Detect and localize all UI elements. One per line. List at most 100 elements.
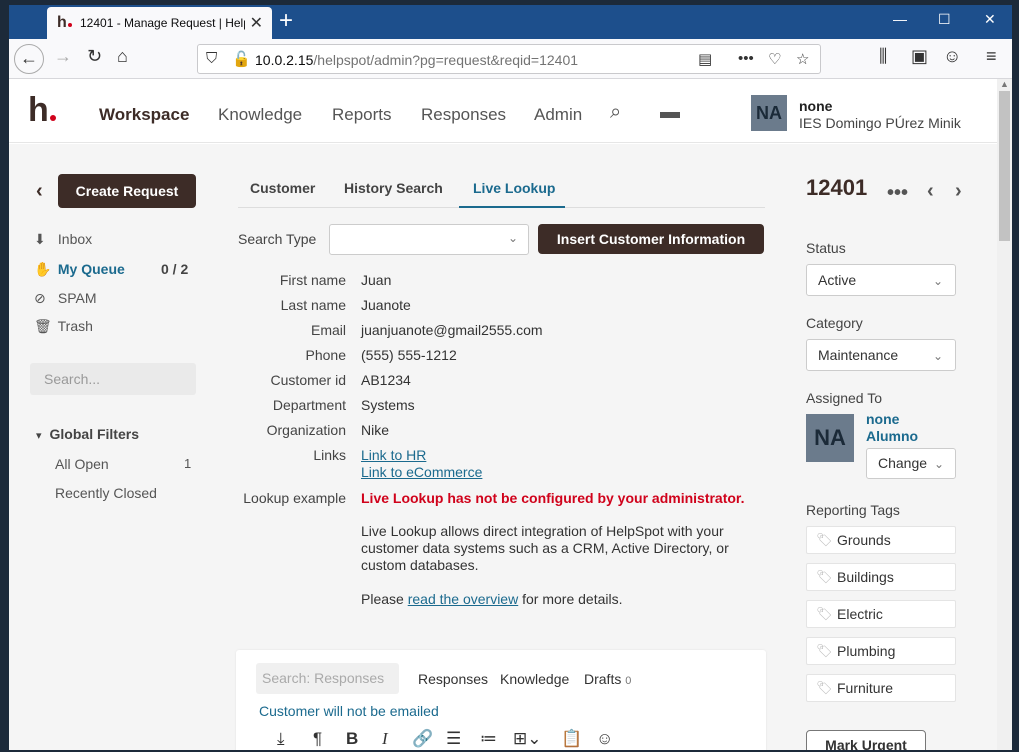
app-header: h Workspace Knowledge Reports Responses …: [9, 79, 997, 143]
nav-admin[interactable]: Admin: [534, 105, 582, 125]
lookup-more-text: Please read the overview for more detail…: [361, 591, 623, 607]
field-label: Phone: [305, 347, 346, 363]
nav-responses[interactable]: Responses: [421, 105, 506, 125]
close-tab-icon[interactable]: ✕: [250, 13, 263, 33]
link-icon[interactable]: 🔗: [412, 729, 433, 749]
maximize-icon[interactable]: ☐: [938, 11, 951, 28]
active-tab-indicator: [459, 206, 565, 208]
menu-icon[interactable]: ≡: [986, 46, 997, 67]
search-type-select[interactable]: ⌄: [329, 224, 529, 255]
back-button[interactable]: ←: [14, 44, 44, 74]
composer-tab-knowledge[interactable]: Knowledge: [500, 671, 569, 687]
tab-history-search[interactable]: History Search: [344, 180, 443, 196]
category-select[interactable]: Maintenance ⌄: [806, 339, 956, 371]
drafts-count: 0: [625, 675, 632, 687]
queue-trash[interactable]: 🗑 Trash: [34, 318, 93, 335]
mark-urgent-button[interactable]: Mark Urgent: [806, 730, 926, 750]
paragraph-icon[interactable]: ¶: [313, 729, 322, 749]
nav-workspace[interactable]: Workspace: [99, 105, 189, 125]
vertical-scrollbar[interactable]: ▲: [997, 79, 1012, 750]
bookmark-star-icon[interactable]: ☆: [796, 50, 809, 68]
forward-button[interactable]: →: [54, 46, 72, 67]
sidebar-icon[interactable]: ▣: [911, 46, 928, 67]
page-actions-icon[interactable]: •••: [738, 50, 754, 67]
pocket-icon[interactable]: ♡: [768, 50, 781, 68]
filter-recently-closed[interactable]: Recently Closed: [55, 485, 157, 501]
chevron-down-icon: ⌄: [931, 450, 944, 478]
download-icon[interactable]: ⤓: [277, 729, 285, 749]
reply-composer: Search: Responses Responses Knowledge Dr…: [236, 650, 766, 750]
lookup-error-message: Live Lookup has not be configured by you…: [361, 490, 745, 506]
chevron-down-icon: ⌄: [932, 274, 943, 288]
tag-icon: 🏷: [816, 680, 833, 695]
user-avatar[interactable]: NA: [751, 95, 787, 131]
numbered-list-icon[interactable]: ≔: [480, 729, 497, 749]
trash-icon: 🗑: [34, 318, 52, 334]
reader-view-icon[interactable]: ▤: [698, 50, 712, 68]
filter-all-open-count: 1: [184, 456, 192, 471]
link-to-ecommerce[interactable]: Link to eCommerce: [361, 464, 482, 480]
change-assignee-select[interactable]: Change ⌄: [866, 448, 956, 479]
status-select[interactable]: Active ⌄: [806, 264, 956, 296]
composer-tab-drafts[interactable]: Drafts 0: [584, 671, 631, 687]
next-request-icon[interactable]: ›: [955, 180, 962, 203]
queue-my-queue[interactable]: ✋ My Queue: [34, 261, 125, 278]
reload-button[interactable]: ↻: [87, 46, 102, 67]
close-window-icon[interactable]: ✕: [984, 11, 996, 28]
account-icon[interactable]: ☺: [943, 46, 961, 67]
new-tab-button[interactable]: +: [279, 8, 293, 34]
nav-knowledge[interactable]: Knowledge: [218, 105, 302, 125]
tag-electric[interactable]: 🏷 Electric: [806, 600, 956, 628]
previous-request-icon[interactable]: ‹: [927, 180, 934, 203]
helpspot-logo[interactable]: h: [28, 93, 56, 127]
links-label: Links: [313, 447, 346, 463]
assignee-last-name[interactable]: Alumno: [866, 428, 918, 444]
global-filters-toggle[interactable]: ▾ Global Filters: [36, 426, 139, 442]
home-button[interactable]: ⌂: [117, 46, 128, 67]
table-icon[interactable]: ⊞⌄: [513, 729, 542, 749]
responses-search-input[interactable]: Search: Responses: [256, 663, 399, 694]
collapse-chevron-icon[interactable]: ‹: [36, 180, 43, 203]
create-request-button[interactable]: Create Request: [58, 174, 196, 208]
search-icon[interactable]: ⌕: [610, 101, 621, 124]
read-overview-link[interactable]: read the overview: [408, 591, 519, 607]
email-notice: Customer will not be emailed: [259, 703, 439, 719]
tag-icon: 🏷: [816, 569, 833, 584]
window-icon[interactable]: ▬: [660, 101, 680, 124]
insert-customer-button[interactable]: Insert Customer Information: [538, 224, 764, 254]
tab-customer[interactable]: Customer: [250, 180, 315, 196]
browser-window: h 12401 - Manage Request | HelpSpot ✕ + …: [9, 5, 1012, 750]
shield-icon[interactable]: ⛉: [206, 50, 217, 67]
link-to-hr[interactable]: Link to HR: [361, 447, 426, 463]
scrollbar-thumb[interactable]: [999, 91, 1010, 241]
tag-buildings[interactable]: 🏷 Buildings: [806, 563, 956, 591]
assignee-first-name[interactable]: none: [866, 411, 899, 427]
library-icon[interactable]: ⫼: [879, 46, 887, 67]
field-label: Last name: [280, 297, 346, 313]
tag-plumbing[interactable]: 🏷 Plumbing: [806, 637, 956, 665]
queue-inbox[interactable]: ⬇ Inbox: [34, 231, 92, 248]
emoji-icon[interactable]: ☺: [596, 729, 613, 749]
user-name[interactable]: none: [799, 98, 832, 114]
composer-tab-responses[interactable]: Responses: [418, 671, 488, 687]
reporting-tags-label: Reporting Tags: [806, 502, 900, 518]
filter-all-open[interactable]: All Open: [55, 456, 109, 472]
field-value: Systems: [361, 397, 415, 413]
queue-spam[interactable]: ⊘ SPAM: [34, 290, 97, 307]
tag-grounds[interactable]: 🏷 Grounds: [806, 526, 956, 554]
bold-icon[interactable]: B: [346, 729, 358, 749]
paste-icon[interactable]: 📋: [561, 729, 582, 749]
sidebar-search-input[interactable]: Search...: [30, 363, 196, 395]
insecure-lock-icon[interactable]: 🔓: [232, 50, 251, 68]
bullet-list-icon[interactable]: ☰: [446, 729, 461, 749]
url-bar[interactable]: ⛉ 🔓 10.0.2.15/helpspot/admin?pg=request&…: [197, 44, 821, 74]
more-options-icon[interactable]: •••: [887, 182, 908, 205]
spam-icon: ⊘: [34, 290, 46, 306]
scroll-up-icon[interactable]: ▲: [1000, 79, 1009, 89]
tag-furniture[interactable]: 🏷 Furniture: [806, 674, 956, 702]
minimize-icon[interactable]: —: [893, 11, 907, 27]
nav-reports[interactable]: Reports: [332, 105, 392, 125]
tab-live-lookup[interactable]: Live Lookup: [473, 180, 555, 196]
browser-tab[interactable]: h 12401 - Manage Request | HelpSpot ✕: [47, 7, 272, 39]
italic-icon[interactable]: I: [382, 729, 388, 749]
